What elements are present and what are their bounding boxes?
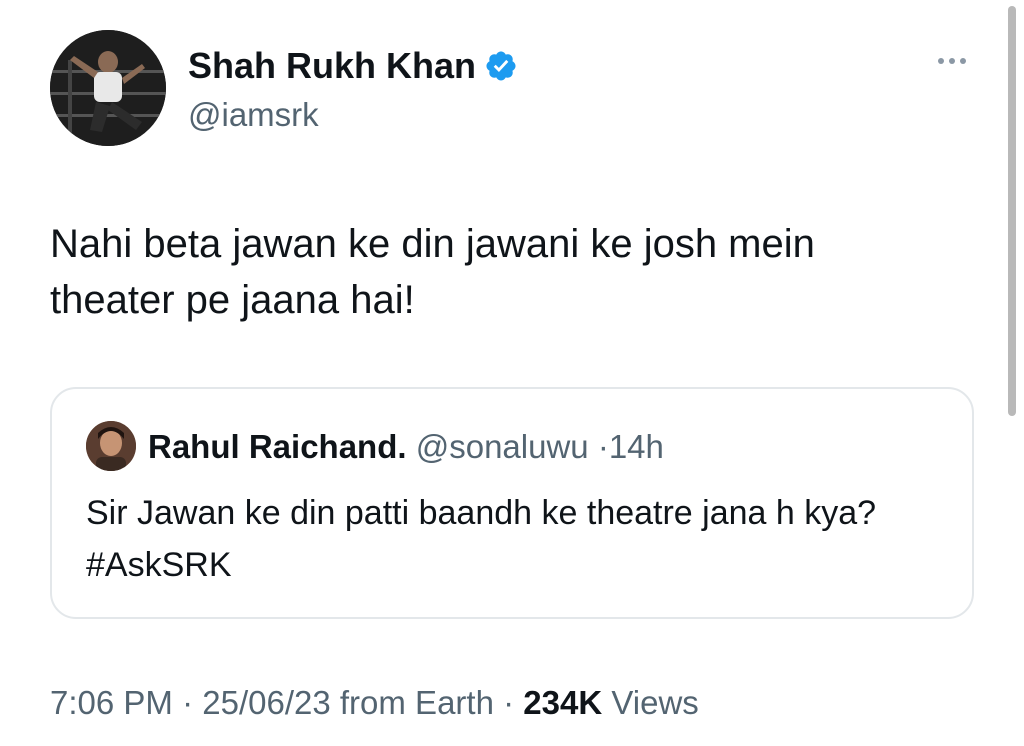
more-options-icon[interactable] xyxy=(930,46,974,76)
quoted-author-handle[interactable]: @sonaluwu xyxy=(416,428,589,465)
quoted-tweet-header: Rahul Raichand. @sonaluwu ·14h xyxy=(148,425,664,469)
meta-separator: · xyxy=(503,684,515,721)
verified-badge-icon xyxy=(484,49,518,83)
more-dot xyxy=(949,58,955,64)
quoted-separator: · xyxy=(597,428,609,465)
quoted-author-avatar[interactable] xyxy=(86,421,136,471)
tweet-time[interactable]: 7:06 PM xyxy=(50,684,173,721)
views-count[interactable]: 234K xyxy=(523,684,602,721)
quoted-avatar-image xyxy=(86,421,136,471)
more-dot xyxy=(960,58,966,64)
quoted-tweet-card[interactable]: Rahul Raichand. @sonaluwu ·14h Sir Jawan… xyxy=(50,387,974,619)
tweet-meta: 7:06 PM · 25/06/23 from Earth · 234K Vie… xyxy=(50,680,699,726)
scrollbar[interactable] xyxy=(1008,6,1016,416)
author-display-name[interactable]: Shah Rukh Khan xyxy=(188,40,476,92)
author-name-row[interactable]: Shah Rukh Khan xyxy=(188,40,518,92)
more-dot xyxy=(938,58,944,64)
quoted-author-name[interactable]: Rahul Raichand. xyxy=(148,428,407,465)
tweet-text: Nahi beta jawan ke din jawani ke josh me… xyxy=(50,222,815,322)
views-label: Views xyxy=(611,684,699,721)
tweet-source: from Earth xyxy=(339,684,494,721)
quoted-tweet-age[interactable]: 14h xyxy=(609,428,664,465)
meta-separator: · xyxy=(182,684,194,721)
author-avatar[interactable] xyxy=(50,30,166,146)
quoted-tweet-text: Sir Jawan ke din patti baandh ke theatre… xyxy=(86,494,877,584)
author-handle[interactable]: @iamsrk xyxy=(188,92,319,138)
author-avatar-image xyxy=(50,30,166,146)
tweet-date[interactable]: 25/06/23 xyxy=(202,684,330,721)
